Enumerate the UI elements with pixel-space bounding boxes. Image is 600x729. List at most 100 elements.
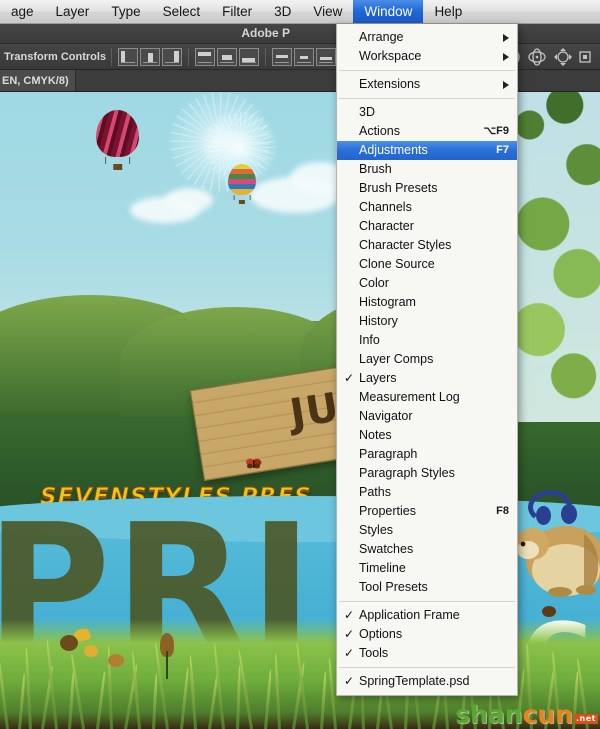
flower-shape [166,651,168,679]
hot-air-balloon [96,110,139,170]
align-top-edges-icon[interactable] [195,47,216,66]
menu-item-history[interactable]: History [337,312,517,331]
align-vertical-centers-icon[interactable] [217,47,238,66]
menu-item-label: SpringTemplate.psd [359,674,470,688]
menu-item-info[interactable]: Info [337,331,517,350]
menubar-item-image[interactable]: age [0,0,45,23]
menu-item-measurement-log[interactable]: Measurement Log [337,388,517,407]
menu-item-brush-presets[interactable]: Brush Presets [337,179,517,198]
align-left-edges-icon[interactable] [118,47,139,66]
butterfly-icon [246,456,262,469]
menu-item-label: Color [359,276,389,290]
menu-item-paths[interactable]: Paths [337,483,517,502]
menu-item-adjustments[interactable]: Adjustments F7 [337,141,517,160]
menu-item-label: Tools [359,646,389,660]
watermark-part-3: .net [574,713,598,724]
menu-item-label: Character Styles [359,238,452,252]
flower-shape [108,654,124,667]
menubar-item-label: Type [111,3,141,19]
menu-item-clone-source[interactable]: Clone Source [337,255,517,274]
checkmark-icon: ✓ [344,371,355,385]
menu-item-navigator[interactable]: Navigator [337,407,517,426]
menubar-item-label: age [11,3,34,19]
transform-controls-label: Transform Controls [4,50,107,63]
menu-item-color[interactable]: Color [337,274,517,293]
menu-item-paragraph[interactable]: Paragraph [337,445,517,464]
menubar-item-select[interactable]: Select [152,0,212,23]
menu-item-label: Measurement Log [359,390,460,404]
menu-item-label: Adjustments [359,143,428,157]
menu-item-shortcut: F8 [496,505,509,517]
menu-item-label: Channels [359,200,412,214]
menu-item-application-frame[interactable]: ✓ Application Frame [337,606,517,625]
menu-item-tools[interactable]: ✓ Tools [337,644,517,663]
align-horizontal-centers-icon[interactable] [140,47,161,66]
menubar-item-label: 3D [274,3,292,19]
menu-item-character[interactable]: Character [337,217,517,236]
distribute-vertical-centers-icon[interactable] [294,47,315,66]
menu-item-notes[interactable]: Notes [337,426,517,445]
distribute-bottom-edges-icon[interactable] [316,47,337,66]
headphone-earcup [536,506,551,525]
menu-item-shortcut: ⌥F9 [483,125,509,137]
menu-item-layers[interactable]: ✓ Layers [337,369,517,388]
site-watermark: shan cun .net [455,702,598,727]
menubar-item-window[interactable]: Window [353,0,424,23]
menu-item-label: Navigator [359,409,413,423]
menubar-item-label: Layer [55,3,90,19]
menu-item-extensions[interactable]: Extensions [337,75,517,94]
tree-foliage [512,92,600,422]
menu-item-channels[interactable]: Channels [337,198,517,217]
document-tab[interactable]: EN, CMYK/8) [0,70,76,91]
menu-item-paragraph-styles[interactable]: Paragraph Styles [337,464,517,483]
menu-item-arrange[interactable]: Arrange [337,28,517,47]
menu-item-options[interactable]: ✓ Options [337,625,517,644]
flower-shape [60,635,78,651]
menu-item-tool-presets[interactable]: Tool Presets [337,578,517,597]
menu-item-histogram[interactable]: Histogram [337,293,517,312]
pan-3d-icon[interactable] [552,47,574,67]
menu-item-label: Clone Source [359,257,435,271]
menu-item-label: Timeline [359,561,406,575]
menubar-item-type[interactable]: Type [100,0,151,23]
menubar-item-view[interactable]: View [302,0,353,23]
menubar-item-filter[interactable]: Filter [211,0,263,23]
menu-item-label: Actions [359,124,400,138]
menu-item-brush[interactable]: Brush [337,160,517,179]
distribute-top-edges-icon[interactable] [272,47,293,66]
menu-item-workspace[interactable]: Workspace [337,47,517,66]
roll-3d-icon[interactable] [526,47,548,67]
menubar-item-label: Help [434,3,463,19]
menu-item-character-styles[interactable]: Character Styles [337,236,517,255]
menubar-item-label: View [313,3,343,19]
menu-item-timeline[interactable]: Timeline [337,559,517,578]
menu-separator [339,667,515,668]
menu-item-label: Layers [359,371,397,385]
menu-item-label: Application Frame [359,608,460,622]
menu-item-styles[interactable]: Styles [337,521,517,540]
menu-item-layer-comps[interactable]: Layer Comps [337,350,517,369]
menubar-item-3d[interactable]: 3D [263,0,302,23]
menubar-item-help[interactable]: Help [423,0,473,23]
options-divider [188,47,190,66]
menubar-item-layer[interactable]: Layer [45,0,101,23]
menu-item-actions[interactable]: Actions ⌥F9 [337,122,517,141]
window-menu-dropdown[interactable]: Arrange Workspace Extensions 3D Actions ⌥F9 Ad… [336,24,518,696]
menu-separator [339,98,515,99]
menu-item-springtemplate-psd[interactable]: ✓ SpringTemplate.psd [337,672,517,691]
menu-item-label: Paragraph [359,447,418,461]
slide-3d-icon[interactable] [578,47,592,67]
checkmark-icon: ✓ [344,674,355,688]
menu-item-label: Notes [359,428,392,442]
menu-item-label: History [359,314,398,328]
checkmark-icon: ✓ [344,627,355,641]
menu-item-properties[interactable]: Properties F8 [337,502,517,521]
submenu-arrow-icon [503,33,509,42]
menu-item-swatches[interactable]: Swatches [337,540,517,559]
checkmark-icon: ✓ [344,646,355,660]
align-right-edges-icon[interactable] [162,47,183,66]
menu-item-3d[interactable]: 3D [337,103,517,122]
watermark-part-1: shan [455,700,523,729]
align-bottom-edges-icon[interactable] [239,47,260,66]
menu-item-label: Arrange [359,30,404,44]
